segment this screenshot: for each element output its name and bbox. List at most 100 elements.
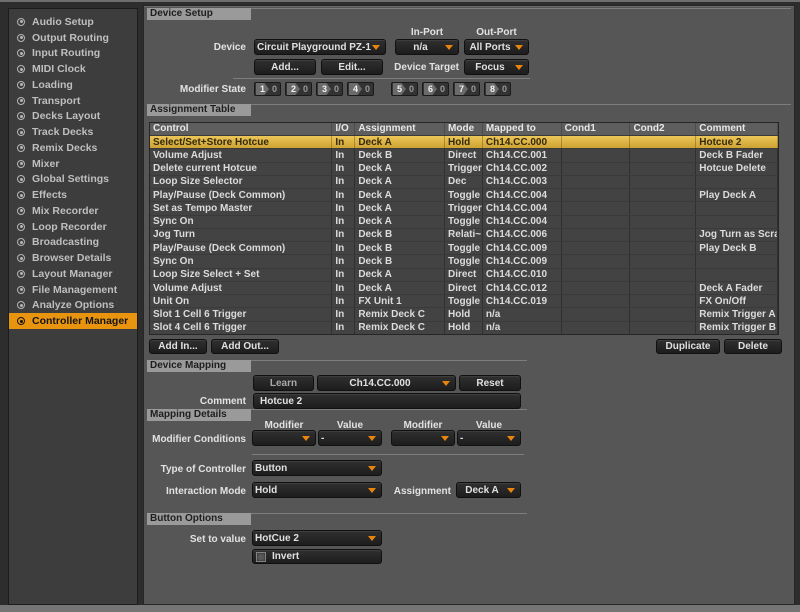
- modifier-2-dropdown[interactable]: [391, 430, 455, 446]
- table-row[interactable]: Jog TurnInDeck BRelati~Ch14.CC.006Jog Tu…: [150, 228, 778, 241]
- table-row[interactable]: Sync OnInDeck BToggleCh14.CC.009: [150, 254, 778, 267]
- table-row[interactable]: Loop Size Select + SetInDeck ADirectCh14…: [150, 268, 778, 281]
- modifier-state-4[interactable]: 40: [347, 82, 374, 96]
- sidebar-item-label: Input Routing: [32, 47, 100, 59]
- table-cell: Hold: [445, 322, 483, 334]
- table-cell: Ch14.CC.003: [483, 176, 562, 188]
- table-row[interactable]: Volume AdjustInDeck BDirectCh14.CC.001De…: [150, 148, 778, 161]
- value-2-dropdown[interactable]: -: [457, 430, 521, 446]
- table-cell: [562, 229, 631, 241]
- table-cell: In: [332, 149, 355, 161]
- sidebar-item-mix-recorder[interactable]: Mix Recorder: [9, 203, 137, 219]
- device-target-label: Device Target: [357, 62, 459, 73]
- invert-checkbox-row[interactable]: Invert: [252, 549, 382, 564]
- sidebar-item-label: Layout Manager: [32, 268, 113, 280]
- column-header-assignment[interactable]: Assignment: [355, 123, 445, 135]
- sidebar-item-broadcasting[interactable]: Broadcasting: [9, 235, 137, 251]
- table-row[interactable]: Volume AdjustInDeck ADirectCh14.CC.012De…: [150, 281, 778, 294]
- sidebar-item-browser-details[interactable]: Browser Details: [9, 250, 137, 266]
- sidebar-item-file-management[interactable]: File Management: [9, 282, 137, 298]
- duplicate-button[interactable]: Duplicate: [656, 339, 720, 354]
- column-header-i-o[interactable]: I/O: [332, 123, 355, 135]
- sidebar-item-midi-clock[interactable]: MIDI Clock: [9, 61, 137, 77]
- device-target-dropdown[interactable]: Focus: [464, 59, 529, 75]
- out-port-label: Out-Port: [464, 27, 529, 38]
- table-cell: Remix Deck C: [355, 322, 445, 334]
- reset-button[interactable]: Reset: [459, 375, 521, 391]
- value-1-dropdown[interactable]: -: [318, 430, 382, 446]
- table-row[interactable]: Play/Pause (Deck Common)InDeck BToggleCh…: [150, 241, 778, 254]
- sidebar-item-analyze-options[interactable]: Analyze Options: [9, 298, 137, 314]
- sidebar-item-label: Mixer: [32, 158, 59, 170]
- out-port-dropdown[interactable]: All Ports: [464, 39, 529, 55]
- sidebar-item-label: Global Settings: [32, 173, 109, 185]
- invert-checkbox[interactable]: [256, 552, 266, 562]
- add-in-button[interactable]: Add In...: [149, 339, 207, 354]
- table-cell: Play Deck A: [696, 189, 778, 201]
- modifier-1-dropdown[interactable]: [252, 430, 316, 446]
- table-cell: [562, 255, 631, 267]
- modifier-state-3[interactable]: 30: [316, 82, 343, 96]
- table-row[interactable]: Set as Tempo MasterInDeck ATriggerCh14.C…: [150, 201, 778, 214]
- add-out-button[interactable]: Add Out...: [211, 339, 279, 354]
- column-header-cond2[interactable]: Cond2: [630, 123, 696, 135]
- assignment-dropdown[interactable]: Deck A: [456, 482, 521, 498]
- sidebar-item-loop-recorder[interactable]: Loop Recorder: [9, 219, 137, 235]
- table-cell: Ch14.CC.002: [483, 163, 562, 175]
- sidebar-item-mixer[interactable]: Mixer: [9, 156, 137, 172]
- column-header-mode[interactable]: Mode: [445, 123, 483, 135]
- sidebar-item-input-routing[interactable]: Input Routing: [9, 46, 137, 62]
- sidebar-item-global-settings[interactable]: Global Settings: [9, 172, 137, 188]
- in-port-dropdown[interactable]: n/a: [395, 39, 459, 55]
- table-row[interactable]: Select/Set+Store HotcueInDeck AHoldCh14.…: [150, 135, 778, 148]
- set-to-value-dropdown[interactable]: HotCue 2: [252, 530, 382, 546]
- table-row[interactable]: Loop Size SelectorInDeck ADecCh14.CC.003: [150, 175, 778, 188]
- column-header-mapped-to[interactable]: Mapped to: [483, 123, 562, 135]
- sidebar-item-effects[interactable]: Effects: [9, 187, 137, 203]
- radio-icon: [17, 286, 25, 294]
- sidebar-item-output-routing[interactable]: Output Routing: [9, 30, 137, 46]
- add-device-button[interactable]: Add...: [254, 59, 316, 75]
- table-cell: [562, 176, 631, 188]
- column-header-control[interactable]: Control: [150, 123, 332, 135]
- table-cell: Remix Trigger A: [696, 308, 778, 320]
- chevron-down-icon: [515, 65, 523, 70]
- table-row[interactable]: Play/Pause (Deck Common)InDeck AToggleCh…: [150, 188, 778, 201]
- table-row[interactable]: Slot 4 Cell 6 TriggerInRemix Deck CHoldn…: [150, 321, 778, 334]
- modifier-state-2[interactable]: 20: [285, 82, 312, 96]
- delete-button[interactable]: Delete: [724, 339, 782, 354]
- modifier-state-7[interactable]: 70: [453, 82, 480, 96]
- sidebar-item-layout-manager[interactable]: Layout Manager: [9, 266, 137, 282]
- learn-button[interactable]: Learn: [253, 375, 314, 391]
- sidebar-item-track-decks[interactable]: Track Decks: [9, 124, 137, 140]
- comment-input[interactable]: Hotcue 2: [253, 393, 521, 409]
- chevron-down-icon: [515, 45, 523, 50]
- table-cell: [562, 308, 631, 320]
- modifier-number-badge: 3: [318, 83, 331, 95]
- modifier-state-6[interactable]: 60: [422, 82, 449, 96]
- table-row[interactable]: Delete current HotcueInDeck ATriggerCh14…: [150, 162, 778, 175]
- device-dropdown[interactable]: Circuit Playground PZ-1: [254, 39, 386, 55]
- type-of-controller-dropdown[interactable]: Button: [252, 460, 382, 476]
- radio-icon: [17, 18, 25, 26]
- midi-mapping-dropdown[interactable]: Ch14.CC.000: [317, 375, 456, 391]
- modifier-state-8[interactable]: 80: [484, 82, 511, 96]
- sidebar-item-loading[interactable]: Loading: [9, 77, 137, 93]
- modifier-state-1[interactable]: 10: [254, 82, 281, 96]
- radio-icon: [17, 65, 25, 73]
- table-row[interactable]: Slot 1 Cell 6 TriggerInRemix Deck CHoldn…: [150, 307, 778, 320]
- sidebar-item-controller-manager[interactable]: Controller Manager: [9, 313, 137, 329]
- column-header-comment[interactable]: Comment: [696, 123, 778, 135]
- table-cell: FX On/Off: [696, 295, 778, 307]
- sidebar-item-audio-setup[interactable]: Audio Setup: [9, 14, 137, 30]
- table-cell: Hotcue 2: [696, 136, 778, 148]
- column-header-cond1[interactable]: Cond1: [562, 123, 631, 135]
- sidebar-item-remix-decks[interactable]: Remix Decks: [9, 140, 137, 156]
- sidebar-item-transport[interactable]: Transport: [9, 93, 137, 109]
- sidebar-item-label: Loading: [32, 79, 73, 91]
- table-cell: Sync On: [150, 216, 332, 228]
- sidebar-item-decks-layout[interactable]: Decks Layout: [9, 109, 137, 125]
- table-row[interactable]: Sync OnInDeck AToggleCh14.CC.004: [150, 215, 778, 228]
- table-row[interactable]: Unit OnInFX Unit 1ToggleCh14.CC.019FX On…: [150, 294, 778, 307]
- modifier-state-5[interactable]: 50: [391, 82, 418, 96]
